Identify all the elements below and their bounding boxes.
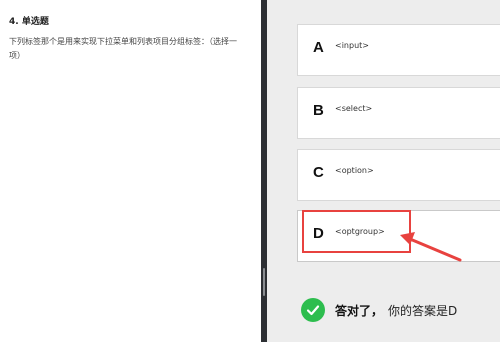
result-answer-text: 你的答案是D <box>388 303 458 318</box>
option-text: <option> <box>335 166 374 175</box>
question-title: 4. 单选题 <box>9 17 49 27</box>
result-message: 答对了， 你的答案是D <box>301 297 457 323</box>
option-text: <optgroup> <box>335 227 385 236</box>
option-c[interactable]: C <option> <box>297 149 500 201</box>
option-letter: C <box>313 164 324 181</box>
divider-handle[interactable] <box>263 268 265 296</box>
option-a[interactable]: A <input> <box>297 24 500 76</box>
option-letter: A <box>313 39 324 56</box>
option-text: <select> <box>335 104 373 113</box>
option-letter: D <box>313 225 324 242</box>
question-panel: 4. 单选题 下列标签那个是用来实现下拉菜单和列表项目分组标签：（选择一项） <box>0 0 261 342</box>
check-circle-icon <box>301 298 325 322</box>
result-correct-label: 答对了， <box>335 303 384 318</box>
option-text: <input> <box>335 41 369 50</box>
option-d[interactable]: D <optgroup> <box>297 210 500 262</box>
question-text: 下列标签那个是用来实现下拉菜单和列表项目分组标签：（选择一项） <box>9 37 237 60</box>
option-b[interactable]: B <select> <box>297 87 500 139</box>
option-letter: B <box>313 102 324 119</box>
